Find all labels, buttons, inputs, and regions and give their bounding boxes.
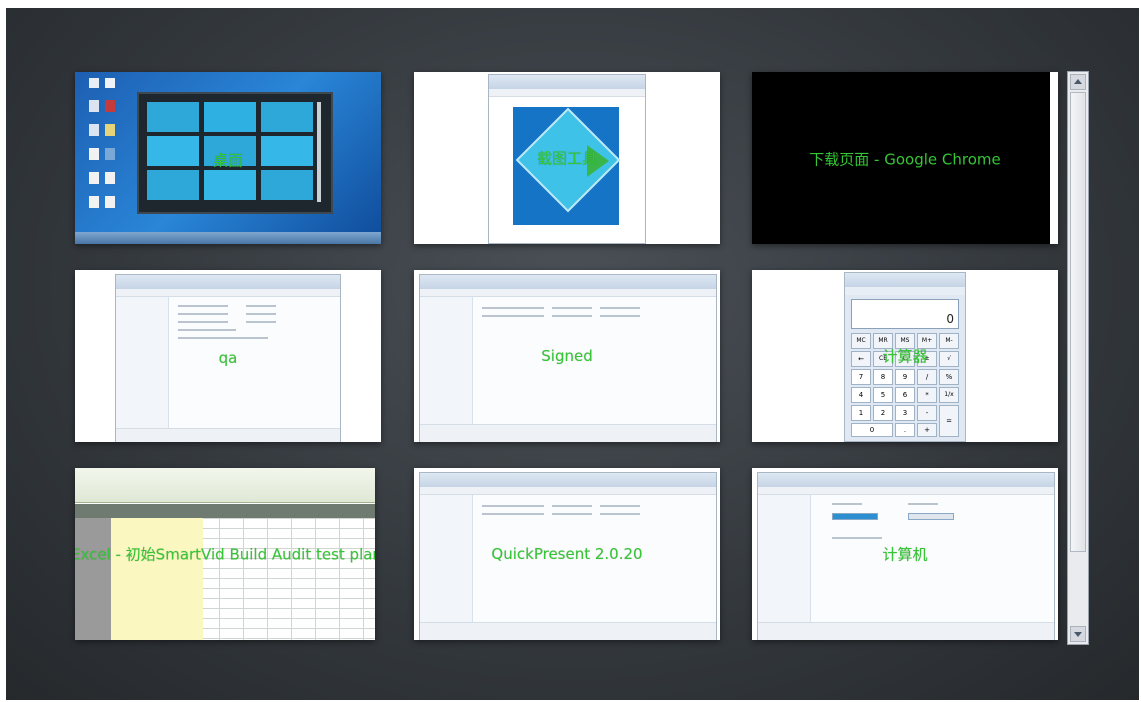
window-switcher-backdrop: 桌面 截图工具 下载页面 - Google Chrome qa Signed 0… (6, 8, 1139, 700)
window-tile-chrome[interactable]: 下载页面 - Google Chrome (752, 72, 1058, 244)
chevron-up-icon (1074, 79, 1082, 84)
calculator-display-value: 0 (946, 312, 954, 326)
start-menu-panel (137, 92, 333, 214)
scroll-up-button[interactable] (1070, 74, 1086, 90)
window-tile-excel[interactable]: Excel - 初始SmartVid Build Audit test plan… (75, 468, 375, 640)
scroll-thumb[interactable] (1070, 92, 1086, 552)
taskbar (75, 232, 381, 244)
window-tile-quickpresent[interactable]: QuickPresent 2.0.20 (414, 468, 720, 640)
snipping-tool-window (488, 74, 646, 244)
window-tile-desktop[interactable]: 桌面 (75, 72, 381, 244)
excel-ribbon (75, 468, 375, 503)
window-tile-computer[interactable]: 计算机 (752, 468, 1058, 640)
explorer-window-qa (115, 274, 341, 442)
excel-sheet-header (75, 504, 375, 518)
tile-label: 下载页面 - Google Chrome (809, 150, 1001, 169)
drive-bar-1 (832, 513, 878, 520)
calculator-keypad: MC MR MS M+ M- ← CE C ± √ 7 8 9 / % 4 5 … (851, 333, 959, 437)
excel-row-labels (75, 518, 111, 640)
vertical-scrollbar[interactable] (1067, 71, 1089, 645)
window-tile-snipping-tool[interactable]: 截图工具 (414, 72, 720, 244)
window-tile-qa[interactable]: qa (75, 270, 381, 442)
excel-highlight-column (111, 518, 203, 640)
calculator-window: 0 MC MR MS M+ M- ← CE C ± √ 7 8 9 / % 4 … (844, 272, 966, 442)
snip-preview-diamond (513, 107, 621, 225)
chevron-down-icon (1074, 632, 1082, 637)
desktop-icons-column (87, 78, 127, 228)
explorer-window-quickpresent (419, 472, 717, 640)
calculator-display: 0 (851, 299, 959, 329)
explorer-window-signed (419, 274, 717, 442)
window-tile-signed[interactable]: Signed (414, 270, 720, 442)
explorer-window-computer (757, 472, 1055, 640)
drive-bar-2 (908, 513, 954, 520)
window-tile-calculator[interactable]: 0 MC MR MS M+ M- ← CE C ± √ 7 8 9 / % 4 … (752, 270, 1058, 442)
scroll-down-button[interactable] (1070, 626, 1086, 642)
